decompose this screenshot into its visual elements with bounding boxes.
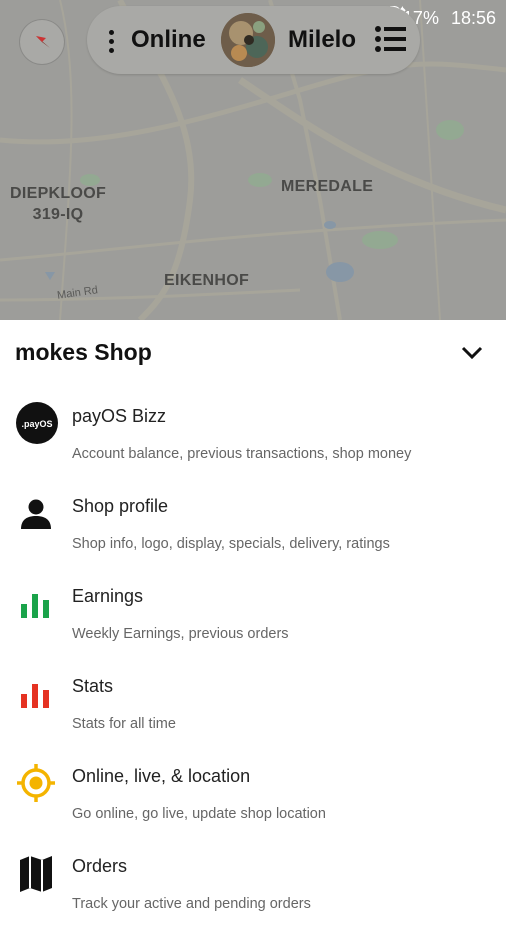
top-status-pill: Online Milelo: [87, 6, 420, 74]
menu-item-label: Shop profile: [72, 496, 169, 516]
map-label-eikenhof: EIKENHOF: [164, 272, 250, 289]
clock: 18:56: [450, 7, 496, 28]
menu-item-subtitle: Shop info, logo, display, specials, deli…: [72, 536, 390, 552]
chevron-down-icon: [461, 346, 483, 360]
menu-item-payos-bizz[interactable]: .payOS payOS Bizz Account balance, previ…: [0, 402, 506, 492]
map-label-meredale: MEREDALE: [281, 178, 374, 195]
compass-icon: [36, 36, 50, 48]
menu-item-label: Online, live, & location: [72, 766, 251, 786]
map-view[interactable]: DIEPKLOOF 319-IQ MEREDALE EIKENHOF Main …: [0, 0, 506, 320]
bar-chart-icon: [16, 672, 58, 714]
menu-item-shop-profile[interactable]: Shop profile Shop info, logo, display, s…: [0, 492, 506, 582]
menu-item-subtitle: Weekly Earnings, previous orders: [72, 626, 289, 642]
menu-item-stats[interactable]: Stats Stats for all time: [0, 672, 506, 762]
menu-item-orders[interactable]: Orders Track your active and pending ord…: [0, 852, 506, 942]
menu-item-subtitle: Go online, go live, update shop location: [72, 806, 326, 822]
shop-menu-sheet: mokes Shop .payOS payOS Bizz Account bal…: [0, 320, 506, 912]
map-icon: [16, 852, 58, 894]
avatar[interactable]: [221, 13, 275, 67]
person-icon: [16, 492, 58, 534]
menu-item-label: payOS Bizz: [72, 406, 167, 426]
menu-item-earnings[interactable]: Earnings Weekly Earnings, previous order…: [0, 582, 506, 672]
menu-item-online-location[interactable]: Online, live, & location Go online, go l…: [0, 762, 506, 852]
location-target-icon: [16, 762, 58, 804]
menu-item-label: Stats: [72, 676, 114, 696]
more-options-icon[interactable]: [109, 30, 115, 57]
online-status-label[interactable]: Online: [131, 26, 206, 54]
menu-item-label: Orders: [72, 856, 128, 876]
menu-item-subtitle: Stats for all time: [72, 716, 176, 732]
user-name: Milelo: [288, 26, 357, 53]
shop-title: mokes Shop: [15, 339, 152, 365]
menu-item-label: Earnings: [72, 586, 144, 606]
collapse-chevron-button[interactable]: [460, 344, 484, 362]
menu-item-subtitle: Account balance, previous transactions, …: [72, 446, 412, 462]
payos-logo-icon: .payOS: [16, 402, 58, 444]
map-label-diepkloof: DIEPKLOOF 319-IQ: [10, 185, 107, 223]
compass-button[interactable]: [20, 20, 64, 64]
menu-list-icon[interactable]: [374, 24, 408, 54]
menu-item-subtitle: Track your active and pending orders: [72, 896, 311, 912]
svg-text:.payOS: .payOS: [21, 419, 52, 429]
bar-chart-icon: [16, 582, 58, 624]
